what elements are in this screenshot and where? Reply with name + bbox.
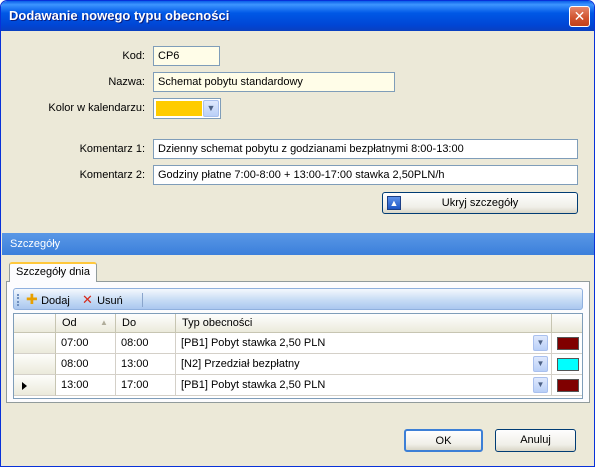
cell-od[interactable]: 07:00	[56, 333, 116, 354]
details-section-title: Szczegóły	[10, 238, 61, 250]
table-row[interactable]: 07:00 08:00 [PB1] Pobyt stawka 2,50 PLN …	[14, 333, 582, 354]
chevron-down-icon[interactable]: ▼	[533, 377, 548, 393]
column-header-od[interactable]: Od ▲	[56, 314, 116, 333]
komentarz1-field[interactable]: Dzienny schemat pobytu z godzianami bezp…	[153, 139, 578, 159]
komentarz1-label: Komentarz 1:	[79, 143, 145, 155]
komentarz2-label: Komentarz 2:	[79, 169, 145, 181]
color-swatch	[156, 101, 202, 116]
remove-button[interactable]: ✕ Usuń	[82, 292, 123, 308]
row-color-swatch	[557, 379, 579, 392]
grid-corner	[14, 314, 56, 333]
remove-label: Usuń	[97, 295, 123, 307]
hide-details-button[interactable]: ▲ Ukryj szczegóły	[382, 192, 578, 214]
color-picker[interactable]: ▼	[153, 98, 221, 119]
add-button[interactable]: ✚ Dodaj	[26, 292, 70, 308]
details-grid: Od ▲ Do Typ obecności 07:00 08:00 [PB1] …	[13, 313, 583, 399]
cell-typ[interactable]: [N2] Przedział bezpłatny ▼	[176, 354, 552, 375]
toolbar-separator	[142, 293, 143, 307]
tab-day-details[interactable]: Szczegóły dnia	[9, 262, 97, 282]
row-color-swatch	[557, 358, 579, 371]
window-title: Dodawanie nowego typu obecności	[9, 8, 230, 23]
chevron-down-icon[interactable]: ▼	[533, 335, 548, 351]
cell-color	[552, 354, 582, 375]
nazwa-label: Nazwa:	[108, 76, 145, 88]
plus-icon: ✚	[26, 291, 38, 307]
hide-details-label: Ukryj szczegóły	[441, 197, 519, 209]
details-section-header: Szczegóły	[2, 233, 594, 255]
cell-od[interactable]: 13:00	[56, 375, 116, 396]
table-row[interactable]: 08:00 13:00 [N2] Przedział bezpłatny ▼	[14, 354, 582, 375]
title-bar[interactable]: Dodawanie nowego typu obecności ✕	[1, 1, 594, 31]
toolbar-grip[interactable]	[17, 294, 19, 306]
row-header[interactable]	[14, 354, 56, 375]
row-header[interactable]	[14, 333, 56, 354]
nazwa-field[interactable]: Schemat pobytu standardowy	[153, 72, 395, 92]
details-toolbar: ✚ Dodaj ✕ Usuń	[13, 288, 583, 310]
cell-color	[552, 333, 582, 354]
cell-od[interactable]: 08:00	[56, 354, 116, 375]
close-icon: ✕	[573, 8, 586, 24]
delete-icon: ✕	[82, 292, 93, 307]
add-label: Dodaj	[41, 295, 70, 307]
chevron-down-icon[interactable]: ▼	[533, 356, 548, 372]
cell-typ[interactable]: [PB1] Pobyt stawka 2,50 PLN ▼	[176, 333, 552, 354]
cancel-button[interactable]: Anuluj	[495, 429, 576, 452]
collapse-up-icon: ▲	[387, 196, 401, 210]
kolor-label: Kolor w kalendarzu:	[48, 102, 145, 114]
column-header-do[interactable]: Do	[116, 314, 176, 333]
dialog-window: Dodawanie nowego typu obecności ✕ Kod: C…	[0, 0, 595, 467]
ok-button[interactable]: OK	[404, 429, 483, 452]
komentarz2-field[interactable]: Godziny płatne 7:00-8:00 + 13:00-17:00 s…	[153, 165, 578, 185]
sort-asc-icon: ▲	[100, 318, 108, 327]
cell-do[interactable]: 13:00	[116, 354, 176, 375]
cell-do[interactable]: 17:00	[116, 375, 176, 396]
kod-label: Kod:	[122, 50, 145, 62]
column-header-typ[interactable]: Typ obecności	[176, 314, 552, 333]
chevron-down-icon[interactable]: ▼	[203, 100, 219, 117]
cell-do[interactable]: 08:00	[116, 333, 176, 354]
row-header[interactable]	[14, 375, 56, 396]
kod-field[interactable]: CP6	[153, 46, 220, 66]
row-color-swatch	[557, 337, 579, 350]
column-header-color	[552, 314, 582, 333]
close-button[interactable]: ✕	[569, 6, 590, 27]
current-row-indicator-icon	[22, 382, 27, 390]
cell-typ[interactable]: [PB1] Pobyt stawka 2,50 PLN ▼	[176, 375, 552, 396]
tab-label: Szczegóły dnia	[16, 266, 90, 278]
table-row[interactable]: 13:00 17:00 [PB1] Pobyt stawka 2,50 PLN …	[14, 375, 582, 396]
cell-color	[552, 375, 582, 396]
